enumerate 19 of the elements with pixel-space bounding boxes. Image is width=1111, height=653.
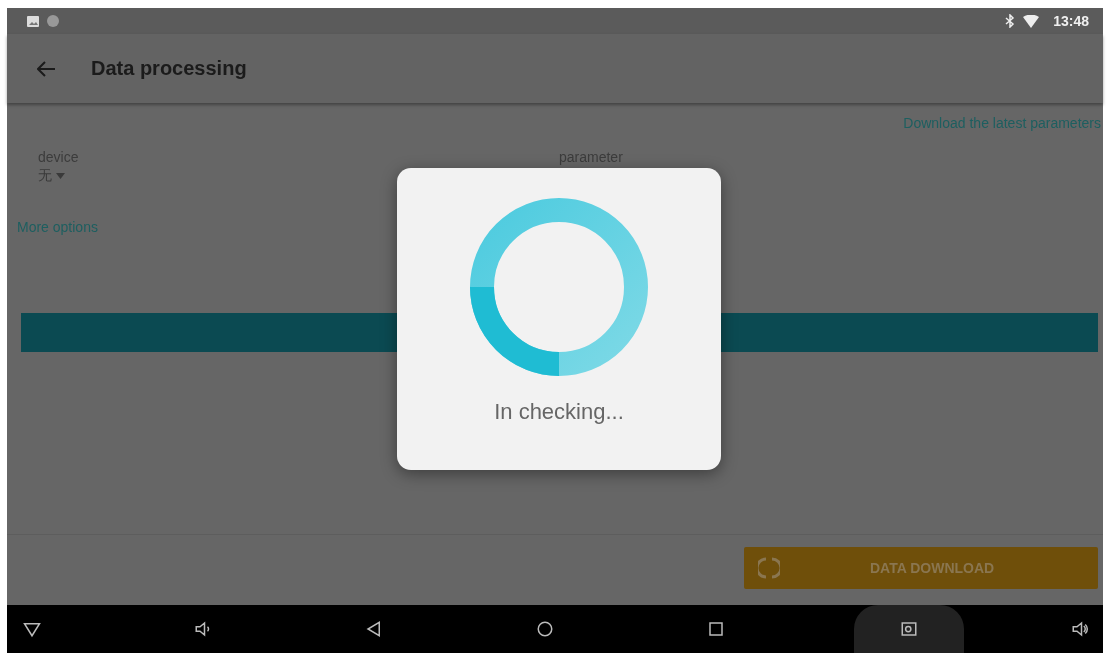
volume-down-icon[interactable] — [194, 620, 212, 638]
checking-message: In checking... — [494, 399, 624, 425]
refresh-icon — [758, 556, 780, 580]
back-arrow-icon[interactable] — [37, 60, 55, 77]
bluetooth-icon — [1005, 14, 1016, 28]
dropdown-caret-icon — [56, 173, 65, 179]
volume-up-icon[interactable] — [1071, 620, 1089, 638]
image-icon — [27, 15, 39, 27]
circle-icon — [47, 15, 59, 27]
screenshot-icon[interactable] — [900, 620, 918, 638]
download-parameters-link[interactable]: Download the latest parameters — [903, 115, 1101, 131]
wifi-icon — [1023, 14, 1040, 28]
home-icon[interactable] — [536, 620, 554, 638]
recents-icon[interactable] — [707, 620, 725, 638]
clock-time: 13:48 — [1053, 13, 1089, 29]
back-icon[interactable] — [365, 620, 383, 638]
hide-keyboard-icon[interactable] — [23, 620, 41, 638]
page-title: Data processing — [91, 57, 247, 80]
more-options-link[interactable]: More options — [17, 219, 98, 235]
